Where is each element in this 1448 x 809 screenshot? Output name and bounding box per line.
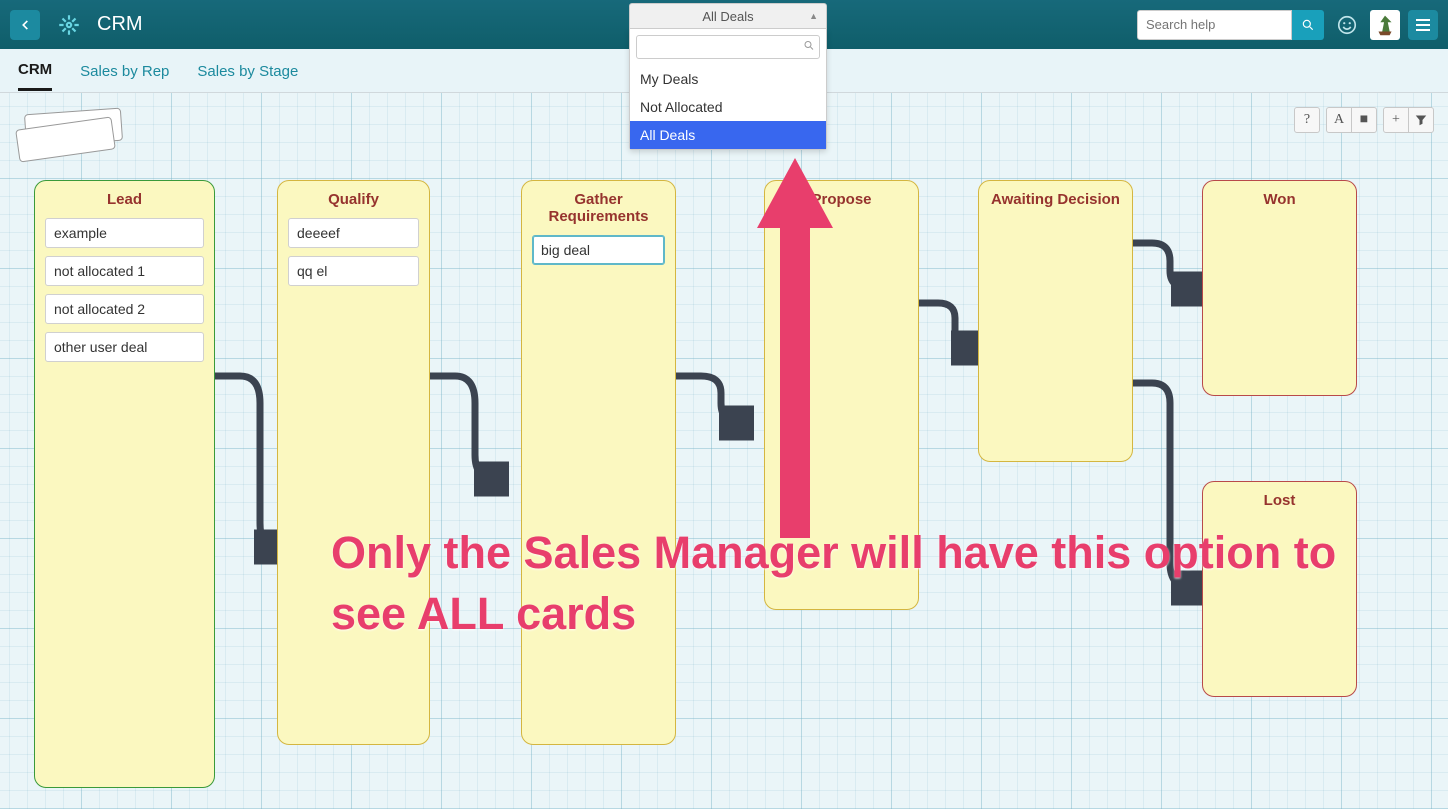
style-group: A ■: [1326, 107, 1377, 133]
hamburger-icon: [1415, 18, 1431, 32]
menu-button[interactable]: [1408, 10, 1438, 40]
deals-filter-dropdown[interactable]: All Deals ▲ My Deals Not Allocated All D…: [629, 3, 827, 150]
column-await-title: Awaiting Decision: [989, 191, 1122, 208]
card[interactable]: other user deal: [45, 332, 204, 362]
column-gather-title: Gather Requirements: [532, 191, 665, 225]
add-filter-group: +: [1383, 107, 1434, 133]
card-stack-icon[interactable]: [17, 111, 122, 161]
search-wrap: [1137, 10, 1324, 40]
search-icon: [803, 40, 815, 55]
dropdown-option-all-deals[interactable]: All Deals: [630, 121, 826, 149]
column-gather[interactable]: Gather Requirements big deal: [521, 180, 676, 745]
column-lost[interactable]: Lost: [1202, 481, 1357, 697]
avatar-image: [1371, 11, 1399, 39]
card[interactable]: qq el: [288, 256, 419, 286]
column-propose[interactable]: Propose: [764, 180, 919, 610]
card[interactable]: deeeef: [288, 218, 419, 248]
font-button[interactable]: A: [1326, 107, 1352, 133]
tab-sales-by-stage[interactable]: Sales by Stage: [197, 52, 298, 90]
avatar[interactable]: [1370, 10, 1400, 40]
feedback-button[interactable]: [1332, 10, 1362, 40]
tab-sales-by-rep[interactable]: Sales by Rep: [80, 52, 169, 90]
arrow-left-icon: [18, 18, 32, 32]
card[interactable]: not allocated 2: [45, 294, 204, 324]
card[interactable]: not allocated 1: [45, 256, 204, 286]
app-title: CRM: [97, 13, 143, 36]
column-lead[interactable]: Lead example not allocated 1 not allocat…: [34, 180, 215, 788]
search-input[interactable]: [1137, 10, 1292, 40]
dropdown-option-my-deals[interactable]: My Deals: [630, 65, 826, 93]
search-button[interactable]: [1292, 10, 1324, 40]
dropdown-search-wrap: [630, 29, 826, 65]
block-button[interactable]: ■: [1351, 107, 1377, 133]
dropdown-search-input[interactable]: [636, 35, 820, 59]
filter-button[interactable]: [1408, 107, 1434, 133]
column-lost-title: Lost: [1213, 492, 1346, 509]
app-logo-icon: [54, 10, 84, 40]
help-button[interactable]: ?: [1294, 107, 1320, 133]
dropdown-body: My Deals Not Allocated All Deals: [629, 29, 827, 150]
back-button[interactable]: [10, 10, 40, 40]
column-awaiting-decision[interactable]: Awaiting Decision: [978, 180, 1133, 462]
search-icon: [1301, 18, 1315, 32]
column-won-title: Won: [1213, 191, 1346, 208]
column-qualify[interactable]: Qualify deeeef qq el: [277, 180, 430, 745]
canvas[interactable]: ? A ■ + Lead examp: [0, 93, 1448, 809]
add-button[interactable]: +: [1383, 107, 1409, 133]
column-lead-title: Lead: [45, 191, 204, 208]
tab-crm[interactable]: CRM: [18, 50, 52, 91]
card[interactable]: example: [45, 218, 204, 248]
funnel-icon: [1415, 114, 1427, 126]
column-qualify-title: Qualify: [288, 191, 419, 208]
smiley-icon: [1336, 14, 1358, 36]
dropdown-selected-label: All Deals: [702, 9, 753, 24]
column-won[interactable]: Won: [1202, 180, 1357, 396]
canvas-toolbar: ? A ■ +: [1294, 107, 1434, 133]
caret-up-icon: ▲: [809, 11, 818, 21]
dropdown-option-not-allocated[interactable]: Not Allocated: [630, 93, 826, 121]
dropdown-selected[interactable]: All Deals ▲: [629, 3, 827, 29]
card[interactable]: big deal: [532, 235, 665, 265]
column-propose-title: Propose: [775, 191, 908, 208]
topbar-right: [1137, 10, 1438, 40]
